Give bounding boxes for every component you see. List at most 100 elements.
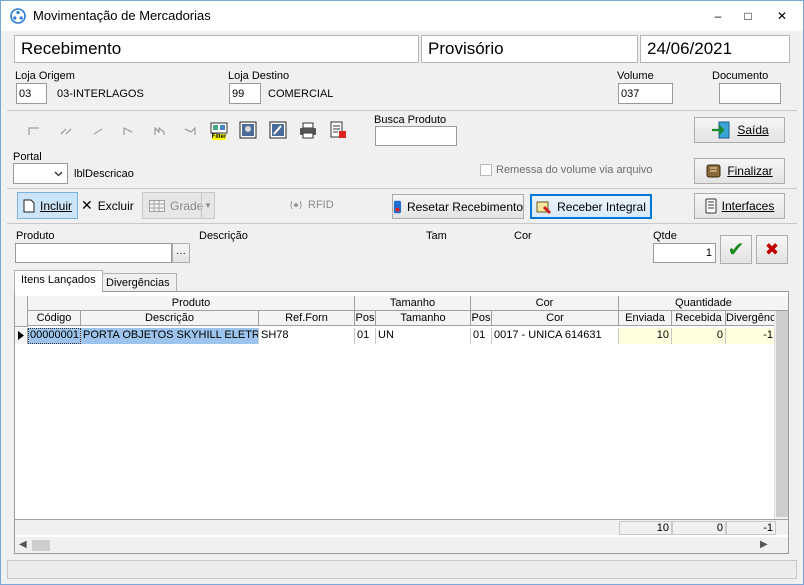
destination-name: COMERCIAL [268,88,334,100]
col-codigo[interactable]: Código [28,311,81,326]
tab-itens-lancados[interactable]: Itens Lançados [14,270,103,292]
col-ref-forn[interactable]: Ref.Forn [259,311,355,326]
saida-button[interactable]: Saída [694,117,785,143]
receber-button[interactable]: Receber Integral [530,194,652,219]
cell-recebida[interactable]: 0 [672,328,726,344]
produto-lookup-button[interactable]: ··· [172,243,190,263]
scroll-right-icon[interactable]: ▶ [760,539,768,550]
next-page-icon[interactable] [151,122,169,140]
cell-pos-cor[interactable]: 01 [471,328,492,344]
grade-dropdown-icon[interactable]: ▼ [201,193,214,218]
col-enviada[interactable]: Enviada [619,311,672,326]
cell-enviada[interactable]: 10 [619,328,672,344]
busca-field[interactable] [375,126,457,146]
incluir-button[interactable]: Incluir [17,192,78,219]
interfaces-icon [705,198,717,214]
cell-ref-forn[interactable]: SH78 [259,328,355,344]
excluir-button[interactable]: ✕ Excluir [81,197,134,214]
scroll-left-icon[interactable]: ◀ [19,539,27,550]
last-record-icon[interactable] [181,122,199,140]
photo-edit-icon[interactable] [269,121,287,139]
app-icon [10,8,26,24]
maximize-icon: □ [744,9,752,23]
horizontal-scrollbar[interactable]: ◀ ▶ [15,537,788,553]
tab-divergencias[interactable]: Divergências [99,273,177,291]
documento-field[interactable] [719,83,781,104]
exit-icon [712,121,730,139]
itens-grid: Produto Tamanho Cor Quantidade Código De… [14,291,789,554]
rfid-button[interactable]: RFID [289,198,334,212]
vertical-scrollbar[interactable] [774,311,788,519]
grid-icon [149,199,165,212]
col-pos-cor[interactable]: Pos [471,311,492,326]
cell-pos-tamanho[interactable]: 01 [355,328,376,344]
saida-label: Saída [737,123,769,137]
cancel-entry-button[interactable]: ✖ [756,235,788,264]
grade-button[interactable]: Grade ▼ [142,192,215,219]
maximize-button[interactable]: □ [733,1,763,31]
total-divergencia: -1 [726,521,776,535]
qtde-field[interactable]: 1 [653,243,716,263]
separator [7,110,797,111]
produto-field[interactable] [15,243,172,263]
print-icon[interactable] [299,121,317,139]
resetar-button[interactable]: Resetar Recebimento [392,194,524,219]
cell-codigo[interactable]: 00000001 [28,328,81,344]
cor-label: Cor [514,230,532,242]
cross-icon: ✖ [764,239,780,259]
documento-label: Documento [712,70,769,82]
origin-label: Loja Origem [15,70,75,82]
cell-cor[interactable]: 0017 - UNICA 614631 [492,328,619,344]
col-recebida[interactable]: Recebida [672,311,726,326]
col-cor[interactable]: Cor [492,311,619,326]
destination-code-field[interactable]: 99 [229,83,261,104]
volume-field[interactable]: 037 [618,83,673,104]
remessa-label: Remessa do volume via arquivo [496,164,653,176]
status-bar [7,560,797,579]
title-bar: Movimentação de Mercadorias – □ ✕ [1,1,803,31]
photo-icon[interactable] [239,121,257,139]
prior-record-icon[interactable] [89,122,107,140]
confirm-button[interactable]: ✔ [720,235,752,264]
receive-icon [536,201,552,214]
close-icon: ✕ [776,9,788,23]
horizontal-scroll-thumb[interactable] [32,540,50,551]
delete-x-icon: ✕ [81,197,93,213]
cell-divergencia[interactable]: -1 [726,328,776,344]
totals-footer: 10 0 -1 [15,519,788,535]
current-row-icon [18,331,24,340]
cell-descricao[interactable]: PORTA OBJETOS SKYHILL ELETRON [81,328,259,344]
excluir-label: Excluir [97,198,134,213]
group-header-cor: Cor [471,296,619,311]
finalizar-button[interactable]: Finalizar [694,158,785,184]
destination-label: Loja Destino [228,70,290,82]
resetar-label: Resetar Recebimento [406,199,523,214]
origin-code-field[interactable]: 03 [16,83,47,104]
volume-label: Volume [617,70,654,82]
new-document-icon [23,199,35,212]
filter-icon[interactable]: Filter [209,121,229,141]
grade-label: Grade [170,198,204,213]
col-descricao[interactable]: Descrição [81,311,259,326]
cell-tamanho[interactable]: UN [376,328,471,344]
prior-page-icon[interactable] [57,122,75,140]
minimize-icon: – [714,9,722,23]
col-divergencia[interactable]: Divergênc [726,311,776,326]
movement-type: Recebimento [14,35,419,63]
next-record-icon[interactable] [120,122,138,140]
separator [7,188,797,189]
row-indicator-header [15,296,28,327]
filter-icon-text: Filter [211,134,227,140]
vertical-scroll-thumb[interactable] [776,311,788,517]
col-tamanho[interactable]: Tamanho [376,311,471,326]
interfaces-button[interactable]: Interfaces [694,193,785,219]
close-button[interactable]: ✕ [763,1,801,31]
first-record-icon[interactable] [25,122,43,140]
export-icon[interactable] [329,121,347,139]
minimize-button[interactable]: – [703,1,733,31]
remessa-checkbox[interactable] [480,164,492,176]
receber-label: Receber Integral [557,199,646,214]
window-title: Movimentação de Mercadorias [33,8,211,23]
portal-select[interactable] [13,163,68,184]
col-pos-tamanho[interactable]: Pos [355,311,376,326]
